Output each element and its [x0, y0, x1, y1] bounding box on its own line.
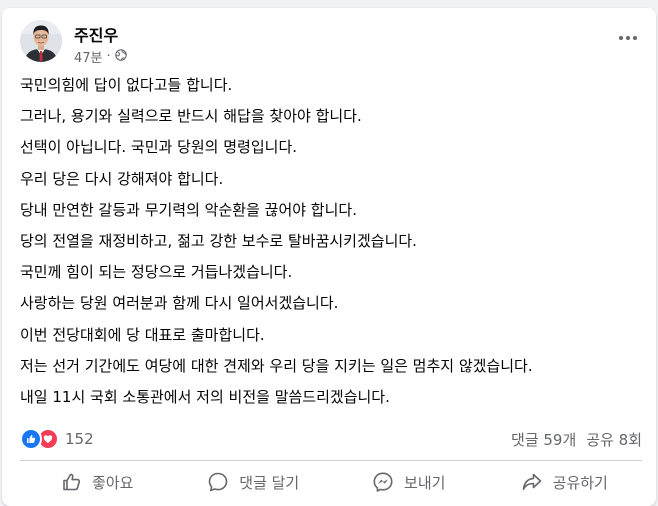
post-line: 국민의힘에 답이 없다고들 합니다.	[20, 76, 233, 94]
messenger-icon	[373, 472, 393, 492]
post-line: 그러나, 용기와 실력으로 반드시 해답을 찾아야 합니다.	[20, 107, 362, 126]
like-icon	[20, 428, 42, 450]
comment-label: 댓글 달기	[239, 473, 300, 492]
share-icon	[522, 473, 541, 490]
post-card: 주진우 47분 · 국민의힘에 답이 없다고들 합니다. 그러나, 용기와 실력…	[2, 8, 656, 506]
share-count[interactable]: 공유 8회	[586, 429, 642, 450]
share-label: 공유하기	[552, 473, 608, 492]
meta-separator: ·	[106, 49, 111, 64]
post-line: 이번 전당대회에 당 대표로 출마합니다.	[20, 325, 265, 344]
author-avatar[interactable]	[20, 20, 62, 62]
comment-button[interactable]: 댓글 달기	[176, 464, 332, 500]
thumbs-up-icon	[63, 473, 81, 491]
post-line: 사랑하는 당원 여러분과 함께 다시 일어서겠습니다.	[20, 294, 339, 313]
globe-icon	[114, 48, 127, 65]
post-line: 국민께 힘이 되는 정당으로 거듭나겠습니다.	[20, 263, 293, 282]
post-line: 우리 당은 다시 강해져야 합니다.	[20, 169, 224, 188]
post-body: 국민의힘에 답이 없다고들 합니다. 그러나, 용기와 실력으로 반드시 해답을…	[20, 70, 642, 413]
share-button[interactable]: 공유하기	[487, 464, 643, 500]
action-bar: 좋아요 댓글 달기 보내기 공유하기	[20, 464, 642, 500]
post-line: 선택이 아닙니다. 국민과 당원의 명령입니다.	[20, 138, 298, 157]
reaction-count[interactable]: 152	[65, 430, 94, 448]
post-header: 주진우 47분 ·	[20, 20, 642, 70]
author-name[interactable]: 주진우	[74, 22, 118, 46]
reactions-summary[interactable]: 152	[20, 428, 94, 450]
engagement-counts: 댓글 59개 공유 8회	[511, 429, 642, 450]
post-line: 당내 만연한 갈등과 무기력의 악순환을 끊어야 합니다.	[20, 200, 357, 219]
more-options-button[interactable]	[614, 26, 642, 50]
post-line: 내일 11시 국회 소통관에서 저의 비전을 말씀드리겠습니다.	[20, 388, 390, 407]
send-label: 보내기	[404, 473, 446, 492]
like-label: 좋아요	[92, 473, 134, 492]
comment-icon	[208, 472, 228, 492]
send-button[interactable]: 보내기	[331, 464, 487, 500]
post-line: 당의 전열을 재정비하고, 젊고 강한 보수로 탈바꿈시키겠습니다.	[20, 232, 417, 251]
post-meta: 47분 ·	[74, 47, 127, 66]
comment-count[interactable]: 댓글 59개	[511, 429, 576, 450]
post-line: 저는 선거 기간에도 여당에 대한 견제와 우리 당을 지키는 일은 멈추지 않…	[20, 356, 533, 375]
divider	[20, 460, 642, 461]
like-button[interactable]: 좋아요	[20, 464, 176, 500]
more-icon	[619, 36, 637, 40]
post-time[interactable]: 47분	[74, 47, 103, 66]
post-stats: 152 댓글 59개 공유 8회	[20, 422, 642, 454]
